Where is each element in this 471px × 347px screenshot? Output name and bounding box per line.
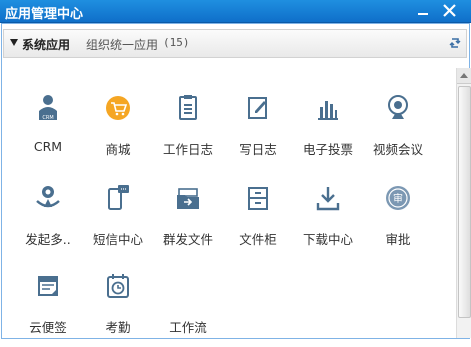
scroll-up-button[interactable] xyxy=(457,68,471,84)
app-item[interactable]: 短信中心 xyxy=(83,183,153,259)
shop-icon xyxy=(106,96,130,120)
app-label: 文件柜 xyxy=(239,232,277,247)
work-log-icon xyxy=(179,95,197,120)
app-item[interactable]: 考勤 xyxy=(83,271,153,347)
download-center-icon xyxy=(316,187,340,211)
multi-call-icon xyxy=(36,186,60,208)
app-label: 群发文件 xyxy=(162,232,213,247)
cloud-note-icon xyxy=(38,276,58,296)
app-item[interactable]: 视频会议 xyxy=(363,93,433,169)
app-label: 写日志 xyxy=(239,142,277,157)
app-item[interactable]: 商城 xyxy=(83,93,153,169)
group-file-icon xyxy=(177,188,199,209)
close-icon[interactable] xyxy=(441,2,458,19)
app-item[interactable]: 下载中心 xyxy=(293,183,363,259)
app-label: 发起多.. xyxy=(25,232,71,247)
app-item[interactable]: 文件柜 xyxy=(223,183,293,259)
svg-text:审: 审 xyxy=(393,192,403,205)
section-header-system-apps[interactable]: 系统应用 组织统一应用 (15) xyxy=(3,29,467,58)
app-label: 考勤 xyxy=(105,320,131,335)
app-item[interactable]: 云便签 xyxy=(13,271,83,347)
app-item[interactable]: 工作日志 xyxy=(153,93,223,169)
write-log-icon xyxy=(248,97,267,119)
attendance-icon xyxy=(107,274,129,298)
approval-icon: 审 xyxy=(386,186,410,210)
app-label: 审批 xyxy=(385,232,411,247)
section-title: 系统应用 xyxy=(22,38,71,52)
svg-text:CRM: CRM xyxy=(42,115,53,121)
crm-icon: CRM xyxy=(39,95,57,121)
section-count: (15) xyxy=(163,36,190,49)
refresh-icon[interactable] xyxy=(448,36,462,50)
sms-center-icon xyxy=(108,185,129,210)
app-label: 商城 xyxy=(105,142,131,157)
section-subtitle: 组织统一应用 xyxy=(86,38,159,52)
window-title: 应用管理中心 xyxy=(5,7,84,22)
app-item[interactable]: CRM CRM xyxy=(13,93,83,169)
app-item[interactable]: 发起多.. xyxy=(13,183,83,259)
app-label: 电子投票 xyxy=(302,142,353,157)
app-item[interactable]: 电子投票 xyxy=(293,93,363,169)
app-label: 工作流 xyxy=(169,320,207,335)
scroll-thumb[interactable] xyxy=(458,86,471,318)
minimize-icon[interactable] xyxy=(415,2,432,19)
vote-icon xyxy=(318,101,338,120)
collapse-arrow-icon[interactable] xyxy=(10,39,18,46)
file-cabinet-icon xyxy=(248,187,268,210)
video-conference-icon xyxy=(388,95,408,119)
workflow-icon xyxy=(173,271,203,301)
app-label: CRM xyxy=(33,139,63,154)
title-bar: 应用管理中心 xyxy=(0,0,471,23)
app-label: 短信中心 xyxy=(92,232,143,247)
app-label: 工作日志 xyxy=(162,142,213,157)
app-item[interactable]: 群发文件 xyxy=(153,183,223,259)
app-item[interactable]: 写日志 xyxy=(223,93,293,169)
vertical-scrollbar[interactable] xyxy=(456,68,471,338)
app-label: 视频会议 xyxy=(372,142,423,157)
app-label: 下载中心 xyxy=(302,232,353,247)
app-item[interactable]: 审审批 xyxy=(363,183,433,259)
app-label: 云便签 xyxy=(29,320,67,335)
app-item[interactable]: 工作流 xyxy=(153,271,223,347)
